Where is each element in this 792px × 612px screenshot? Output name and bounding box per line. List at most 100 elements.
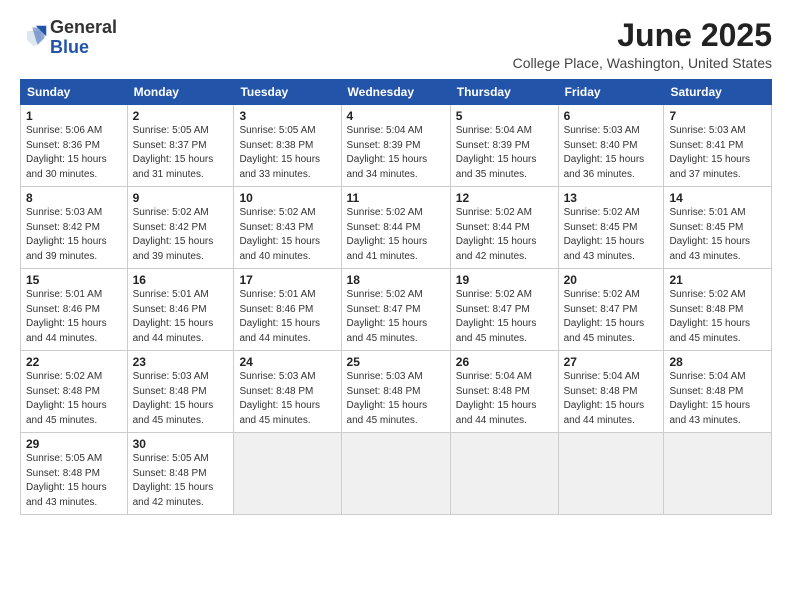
calendar-week-row: 8Sunrise: 5:03 AMSunset: 8:42 PMDaylight… bbox=[21, 187, 772, 269]
day-number: 22 bbox=[26, 355, 122, 369]
day-number: 24 bbox=[239, 355, 335, 369]
calendar-cell: 23Sunrise: 5:03 AMSunset: 8:48 PMDayligh… bbox=[127, 351, 234, 433]
calendar-cell bbox=[664, 433, 772, 515]
weekday-header-wednesday: Wednesday bbox=[341, 80, 450, 105]
calendar-cell: 12Sunrise: 5:02 AMSunset: 8:44 PMDayligh… bbox=[450, 187, 558, 269]
calendar-cell: 25Sunrise: 5:03 AMSunset: 8:48 PMDayligh… bbox=[341, 351, 450, 433]
weekday-header-saturday: Saturday bbox=[664, 80, 772, 105]
day-number: 26 bbox=[456, 355, 553, 369]
calendar-cell: 6Sunrise: 5:03 AMSunset: 8:40 PMDaylight… bbox=[558, 105, 664, 187]
day-info: Sunrise: 5:02 AMSunset: 8:47 PMDaylight:… bbox=[456, 288, 553, 346]
day-info: Sunrise: 5:02 AMSunset: 8:44 PMDaylight:… bbox=[456, 206, 553, 264]
weekday-header-thursday: Thursday bbox=[450, 80, 558, 105]
calendar-cell: 26Sunrise: 5:04 AMSunset: 8:48 PMDayligh… bbox=[450, 351, 558, 433]
day-number: 9 bbox=[133, 191, 229, 205]
day-number: 29 bbox=[26, 437, 122, 451]
calendar-week-row: 22Sunrise: 5:02 AMSunset: 8:48 PMDayligh… bbox=[21, 351, 772, 433]
calendar-cell: 19Sunrise: 5:02 AMSunset: 8:47 PMDayligh… bbox=[450, 269, 558, 351]
logo-blue: Blue bbox=[50, 37, 89, 57]
weekday-header-tuesday: Tuesday bbox=[234, 80, 341, 105]
calendar-cell: 5Sunrise: 5:04 AMSunset: 8:39 PMDaylight… bbox=[450, 105, 558, 187]
day-number: 12 bbox=[456, 191, 553, 205]
day-number: 11 bbox=[347, 191, 445, 205]
calendar-cell bbox=[450, 433, 558, 515]
day-info: Sunrise: 5:04 AMSunset: 8:48 PMDaylight:… bbox=[564, 370, 659, 428]
day-info: Sunrise: 5:01 AMSunset: 8:46 PMDaylight:… bbox=[239, 288, 335, 346]
day-number: 14 bbox=[669, 191, 766, 205]
calendar-week-row: 29Sunrise: 5:05 AMSunset: 8:48 PMDayligh… bbox=[21, 433, 772, 515]
day-number: 8 bbox=[26, 191, 122, 205]
day-number: 19 bbox=[456, 273, 553, 287]
day-number: 16 bbox=[133, 273, 229, 287]
day-number: 6 bbox=[564, 109, 659, 123]
day-info: Sunrise: 5:01 AMSunset: 8:45 PMDaylight:… bbox=[669, 206, 766, 264]
day-number: 15 bbox=[26, 273, 122, 287]
day-info: Sunrise: 5:02 AMSunset: 8:45 PMDaylight:… bbox=[564, 206, 659, 264]
calendar-cell: 8Sunrise: 5:03 AMSunset: 8:42 PMDaylight… bbox=[21, 187, 128, 269]
day-info: Sunrise: 5:02 AMSunset: 8:47 PMDaylight:… bbox=[564, 288, 659, 346]
weekday-header-sunday: Sunday bbox=[21, 80, 128, 105]
calendar-cell bbox=[341, 433, 450, 515]
logo: General Blue bbox=[20, 18, 117, 58]
calendar-cell: 2Sunrise: 5:05 AMSunset: 8:37 PMDaylight… bbox=[127, 105, 234, 187]
calendar-cell: 16Sunrise: 5:01 AMSunset: 8:46 PMDayligh… bbox=[127, 269, 234, 351]
calendar-cell: 18Sunrise: 5:02 AMSunset: 8:47 PMDayligh… bbox=[341, 269, 450, 351]
calendar-cell: 20Sunrise: 5:02 AMSunset: 8:47 PMDayligh… bbox=[558, 269, 664, 351]
main-title: June 2025 bbox=[513, 18, 772, 53]
day-info: Sunrise: 5:05 AMSunset: 8:48 PMDaylight:… bbox=[26, 452, 122, 510]
calendar-cell: 27Sunrise: 5:04 AMSunset: 8:48 PMDayligh… bbox=[558, 351, 664, 433]
calendar-week-row: 1Sunrise: 5:06 AMSunset: 8:36 PMDaylight… bbox=[21, 105, 772, 187]
day-number: 27 bbox=[564, 355, 659, 369]
day-info: Sunrise: 5:02 AMSunset: 8:42 PMDaylight:… bbox=[133, 206, 229, 264]
weekday-header-friday: Friday bbox=[558, 80, 664, 105]
calendar-cell: 15Sunrise: 5:01 AMSunset: 8:46 PMDayligh… bbox=[21, 269, 128, 351]
day-number: 20 bbox=[564, 273, 659, 287]
day-info: Sunrise: 5:04 AMSunset: 8:39 PMDaylight:… bbox=[347, 124, 445, 182]
day-info: Sunrise: 5:03 AMSunset: 8:40 PMDaylight:… bbox=[564, 124, 659, 182]
day-number: 30 bbox=[133, 437, 229, 451]
calendar-cell: 11Sunrise: 5:02 AMSunset: 8:44 PMDayligh… bbox=[341, 187, 450, 269]
day-number: 4 bbox=[347, 109, 445, 123]
logo-general: General bbox=[50, 17, 117, 37]
weekday-header-monday: Monday bbox=[127, 80, 234, 105]
day-number: 28 bbox=[669, 355, 766, 369]
day-info: Sunrise: 5:03 AMSunset: 8:48 PMDaylight:… bbox=[239, 370, 335, 428]
calendar-cell: 22Sunrise: 5:02 AMSunset: 8:48 PMDayligh… bbox=[21, 351, 128, 433]
calendar-cell bbox=[558, 433, 664, 515]
day-info: Sunrise: 5:03 AMSunset: 8:48 PMDaylight:… bbox=[347, 370, 445, 428]
day-info: Sunrise: 5:02 AMSunset: 8:43 PMDaylight:… bbox=[239, 206, 335, 264]
day-number: 25 bbox=[347, 355, 445, 369]
calendar-cell: 24Sunrise: 5:03 AMSunset: 8:48 PMDayligh… bbox=[234, 351, 341, 433]
day-info: Sunrise: 5:03 AMSunset: 8:41 PMDaylight:… bbox=[669, 124, 766, 182]
day-info: Sunrise: 5:02 AMSunset: 8:44 PMDaylight:… bbox=[347, 206, 445, 264]
day-info: Sunrise: 5:04 AMSunset: 8:48 PMDaylight:… bbox=[456, 370, 553, 428]
day-number: 5 bbox=[456, 109, 553, 123]
calendar-cell: 7Sunrise: 5:03 AMSunset: 8:41 PMDaylight… bbox=[664, 105, 772, 187]
day-number: 13 bbox=[564, 191, 659, 205]
calendar-cell: 30Sunrise: 5:05 AMSunset: 8:48 PMDayligh… bbox=[127, 433, 234, 515]
day-info: Sunrise: 5:03 AMSunset: 8:48 PMDaylight:… bbox=[133, 370, 229, 428]
day-info: Sunrise: 5:02 AMSunset: 8:47 PMDaylight:… bbox=[347, 288, 445, 346]
calendar-cell: 10Sunrise: 5:02 AMSunset: 8:43 PMDayligh… bbox=[234, 187, 341, 269]
page: General Blue June 2025 College Place, Wa… bbox=[0, 0, 792, 612]
day-info: Sunrise: 5:03 AMSunset: 8:42 PMDaylight:… bbox=[26, 206, 122, 264]
day-number: 10 bbox=[239, 191, 335, 205]
calendar-cell: 17Sunrise: 5:01 AMSunset: 8:46 PMDayligh… bbox=[234, 269, 341, 351]
day-number: 21 bbox=[669, 273, 766, 287]
subtitle: College Place, Washington, United States bbox=[513, 55, 772, 71]
header-row: General Blue June 2025 College Place, Wa… bbox=[20, 18, 772, 71]
day-number: 3 bbox=[239, 109, 335, 123]
calendar-cell bbox=[234, 433, 341, 515]
day-info: Sunrise: 5:05 AMSunset: 8:48 PMDaylight:… bbox=[133, 452, 229, 510]
day-number: 7 bbox=[669, 109, 766, 123]
calendar-week-row: 15 Sunrise: 5:01 AMSunset: 8:46 PMDayligh… bbox=[21, 269, 772, 351]
day-number: 23 bbox=[133, 355, 229, 369]
day-info: Sunrise: 5:04 AMSunset: 8:48 PMDaylight:… bbox=[669, 370, 766, 428]
calendar-cell: 29Sunrise: 5:05 AMSunset: 8:48 PMDayligh… bbox=[21, 433, 128, 515]
day-info: Sunrise: 5:04 AMSunset: 8:39 PMDaylight:… bbox=[456, 124, 553, 182]
logo-text: General Blue bbox=[50, 18, 117, 58]
day-info: Sunrise: 5:05 AMSunset: 8:38 PMDaylight:… bbox=[239, 124, 335, 182]
calendar-cell: 1Sunrise: 5:06 AMSunset: 8:36 PMDaylight… bbox=[21, 105, 128, 187]
calendar-cell: 28Sunrise: 5:04 AMSunset: 8:48 PMDayligh… bbox=[664, 351, 772, 433]
calendar-header-row: SundayMondayTuesdayWednesdayThursdayFrid… bbox=[21, 80, 772, 105]
